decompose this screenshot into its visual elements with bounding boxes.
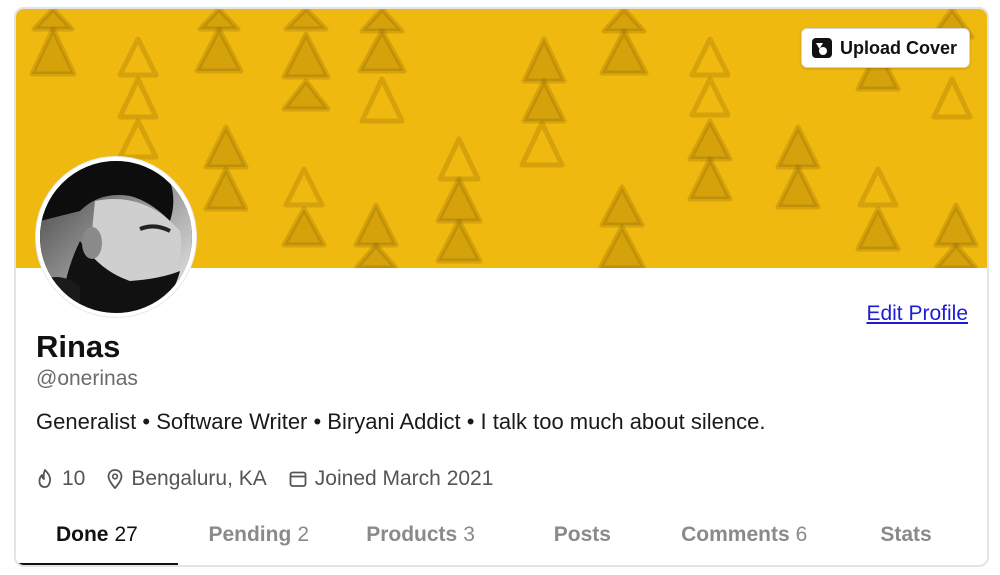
tab-pending[interactable]: Pending 2 [178, 501, 340, 565]
profile-tabs: Done 27 Pending 2 Products 3 Posts Comme… [16, 501, 987, 565]
streak-item: 10 [36, 467, 85, 491]
flame-icon [38, 469, 52, 488]
tab-label: Done [55, 523, 109, 546]
joined-item: Joined March 2021 [289, 467, 494, 491]
tab-label: Posts [553, 523, 611, 546]
profile-name: Rinas [36, 329, 121, 364]
edit-profile-link[interactable]: Edit Profile [866, 302, 968, 326]
map-pin-icon [107, 469, 123, 489]
tab-done[interactable]: Done 27 [16, 501, 178, 565]
tab-count: 2 [297, 523, 309, 546]
tab-count: 27 [114, 523, 138, 546]
tab-count: 3 [463, 523, 475, 546]
profile-bio: Generalist • Software Writer • Biryani A… [36, 409, 766, 434]
upload-cover-label: Upload Cover [839, 37, 957, 58]
tab-posts[interactable]: Posts [501, 501, 663, 565]
streak-count: 10 [62, 467, 86, 490]
profile-handle: @onerinas [36, 367, 138, 390]
joined-text: Joined March 2021 [314, 467, 494, 490]
location-item: Bengaluru, KA [107, 467, 267, 491]
profile-meta: 10 Bengaluru, KA Joined March 2021 [36, 467, 515, 491]
location-text: Bengaluru, KA [131, 467, 267, 490]
upload-cover-button[interactable]: Upload Cover [800, 28, 970, 68]
calendar-icon [289, 471, 307, 487]
tab-count: 6 [795, 523, 808, 546]
tab-stats[interactable]: Stats [825, 501, 987, 565]
tab-label: Stats [880, 523, 932, 546]
tab-comments[interactable]: Comments 6 [663, 501, 825, 565]
image-icon [811, 38, 832, 58]
tab-label: Comments [681, 523, 790, 546]
avatar [36, 157, 196, 317]
tab-label: Products [366, 523, 458, 546]
tab-products[interactable]: Products 3 [340, 501, 502, 565]
profile-card: Upload Cover Edit Profile Rinas @onerina… [14, 7, 989, 567]
tab-label: Pending [208, 523, 292, 546]
